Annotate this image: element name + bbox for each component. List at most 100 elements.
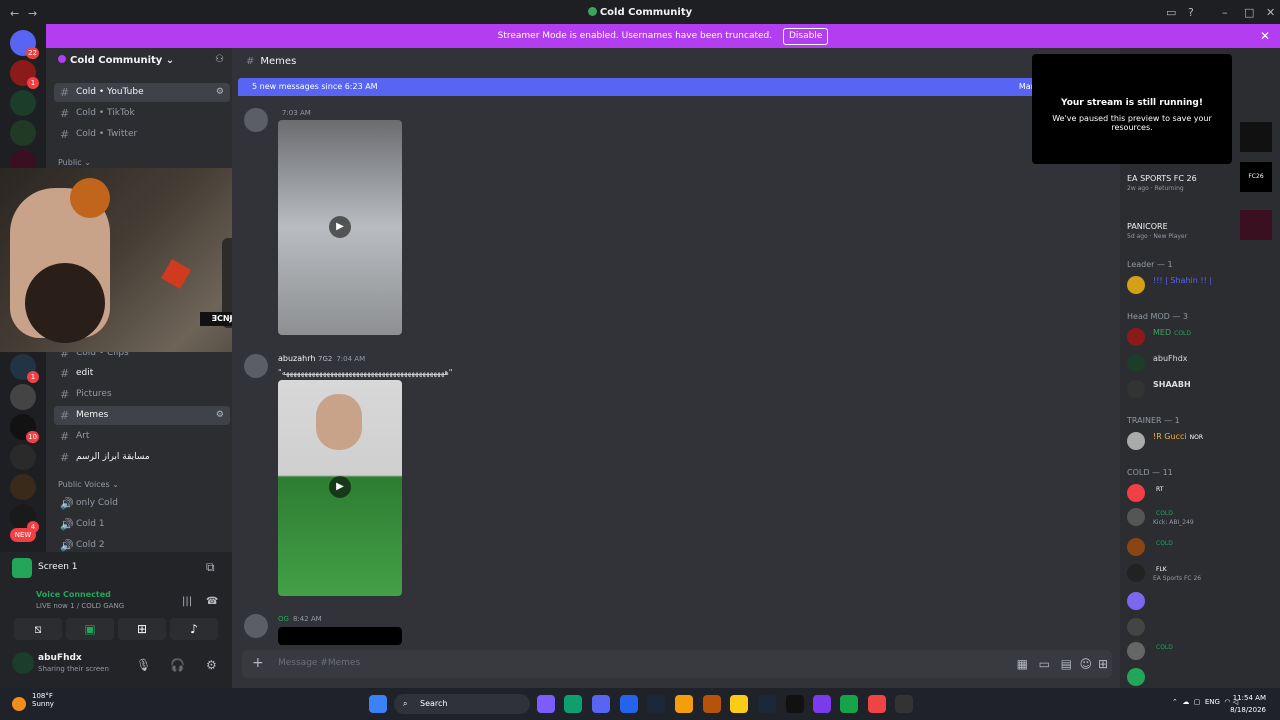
voice-channel-only-cold[interactable]: 🔊 only Cold [54, 494, 230, 513]
server-icon[interactable]: 1 [10, 354, 39, 383]
cloud-icon[interactable]: ☁ [1182, 698, 1189, 706]
chrome-icon[interactable] [868, 695, 886, 713]
sticker-icon[interactable]: ▤ [1061, 657, 1072, 671]
server-icon[interactable] [10, 120, 36, 146]
plus-icon[interactable]: + [252, 655, 264, 671]
file-explorer-icon[interactable] [675, 695, 693, 713]
apps-icon[interactable]: ⊞ [1098, 657, 1108, 671]
play-icon[interactable]: ▶ [329, 476, 351, 498]
member-item[interactable] [1127, 616, 1277, 638]
play-icon[interactable]: ▶ [329, 216, 351, 238]
taskbar-search[interactable]: ⌕ Search [394, 694, 530, 714]
voice-channel-cold-1[interactable]: 🔊 Cold 1 [54, 515, 230, 534]
member-item[interactable]: RT [1127, 482, 1277, 504]
video-attachment[interactable]: ▶ [278, 120, 402, 335]
inbox-icon[interactable]: ▭ [1166, 6, 1176, 19]
clock[interactable]: 11:54 AM 8/18/2026 [1230, 692, 1266, 716]
chevron-up-icon[interactable]: ⌃ [1172, 698, 1178, 706]
channel-settings-icon[interactable]: ⚙ [216, 406, 224, 425]
video-attachment[interactable]: ▶ [278, 380, 402, 596]
obs-icon[interactable] [895, 695, 913, 713]
soundboard-button[interactable]: ♪ [170, 618, 218, 640]
server-icon[interactable] [10, 444, 36, 470]
close-window-icon[interactable]: ✕ [1266, 6, 1275, 19]
system-tray[interactable]: ⌃ ☁ ▢ ENG ◠ ◁ [1172, 698, 1238, 706]
member-item[interactable]: !!! | Shahin !! | [1127, 274, 1277, 296]
share-screen-button[interactable]: ▣ [66, 618, 114, 640]
member-item[interactable]: SHAABH [1127, 378, 1277, 400]
channel-edit[interactable]: # edit [54, 364, 230, 383]
language-indicator[interactable]: ENG [1205, 698, 1220, 706]
server-icon[interactable]: 10 [10, 414, 39, 443]
disconnect-icon[interactable]: ☎ [206, 596, 218, 607]
chrome-icon[interactable] [730, 695, 748, 713]
avatar[interactable] [244, 108, 268, 132]
steam-icon[interactable] [758, 695, 776, 713]
member-item[interactable]: abuFhdx [1127, 352, 1277, 374]
member-item[interactable]: FLK EA Sports FC 26 [1127, 562, 1277, 584]
help-icon[interactable]: ? [1188, 6, 1194, 19]
edge-icon[interactable] [564, 695, 582, 713]
message-author[interactable]: abuzahrh [278, 354, 315, 363]
member-item[interactable]: MED COLD [1127, 326, 1277, 348]
member-item[interactable] [1127, 666, 1277, 688]
winrar-icon[interactable] [703, 695, 721, 713]
capcut-icon[interactable] [786, 695, 804, 713]
new-icon[interactable]: NEW [10, 528, 36, 542]
category-public-voices[interactable]: Public Voices ⌄ [58, 480, 119, 489]
camera-off-button[interactable]: ⧅ [14, 618, 62, 640]
channel-cold-twitter[interactable]: # Cold • Twitter [54, 125, 230, 144]
server-header[interactable]: Cold Community ⌄ ⚇ [46, 48, 232, 76]
channel-memes[interactable]: # Memes ⚙ [54, 406, 230, 425]
store-icon[interactable] [620, 695, 638, 713]
minimize-icon[interactable]: – [1222, 6, 1228, 19]
xbox-icon[interactable] [840, 695, 858, 713]
avatar[interactable] [244, 354, 268, 378]
server-icon[interactable]: 1 [10, 60, 39, 89]
copilot-icon[interactable] [537, 695, 555, 713]
noise-suppression-icon[interactable]: ||| [182, 596, 192, 607]
new-messages-bar[interactable]: 5 new messages since 6:23 AM Mar [238, 78, 1038, 96]
channel-art[interactable]: # Art [54, 427, 230, 446]
message-composer[interactable]: + Message #Memes ▦ ▭ ▤ ☺ ⊞ [242, 650, 1112, 678]
activity-item[interactable]: PANICORE 5d ago · New Player [1127, 220, 1277, 242]
channel-pictures[interactable]: # Pictures [54, 385, 230, 404]
channel-drawing-contest[interactable]: # مسابقة ابراز الرسم [54, 448, 230, 467]
gear-icon[interactable]: ⚙ [206, 658, 217, 672]
server-icon[interactable]: 4 [10, 504, 39, 533]
server-icon[interactable] [10, 384, 36, 410]
member-item[interactable]: COLD Kick: ABI_249 [1127, 506, 1277, 528]
disable-streamer-button[interactable]: Disable [782, 28, 829, 45]
camera-icon[interactable]: ▢ [1194, 698, 1201, 706]
activity-item[interactable]: EA SPORTS FC 26 2w ago · Returning [1127, 172, 1277, 194]
close-banner-icon[interactable]: ✕ [1260, 24, 1270, 48]
microphone-icon[interactable]: 🎙 [136, 658, 151, 672]
member-item[interactable]: !R Gucci NOR [1127, 430, 1277, 452]
weather-sun-icon[interactable] [12, 697, 26, 711]
teams-icon[interactable] [813, 695, 831, 713]
channel-settings-icon[interactable]: ⚙ [216, 83, 224, 102]
server-icon[interactable] [10, 90, 36, 116]
server-icon[interactable] [10, 474, 36, 500]
gif-icon[interactable]: ▭ [1039, 657, 1050, 671]
media-attachment[interactable] [278, 627, 402, 645]
member-item[interactable]: COLD [1127, 640, 1277, 662]
channel-cold-youtube[interactable]: # Cold • YouTube ⚙ [54, 83, 230, 102]
add-member-icon[interactable]: ⚇ [215, 54, 224, 65]
discord-icon[interactable] [592, 695, 610, 713]
voice-channel-name[interactable]: LIVE now 1 / COLD GANG [36, 602, 124, 610]
category-public[interactable]: Public ⌄ [58, 158, 91, 167]
popout-icon[interactable]: ⧉ [206, 560, 215, 575]
member-item[interactable] [1127, 590, 1277, 612]
discord-home-icon[interactable]: 22 [10, 30, 39, 59]
weather-widget[interactable]: 108°F Sunny [32, 692, 54, 708]
start-icon[interactable] [369, 695, 387, 713]
gift-icon[interactable]: ▦ [1017, 657, 1028, 671]
headphones-icon[interactable]: 🎧 [170, 658, 185, 672]
member-item[interactable]: COLD [1127, 536, 1277, 558]
avatar[interactable] [244, 614, 268, 638]
channel-cold-tiktok[interactable]: # Cold • TikTok [54, 104, 230, 123]
maximize-icon[interactable]: □ [1244, 6, 1254, 19]
activities-button[interactable]: ⊞ [118, 618, 166, 640]
steam-icon[interactable] [647, 695, 665, 713]
